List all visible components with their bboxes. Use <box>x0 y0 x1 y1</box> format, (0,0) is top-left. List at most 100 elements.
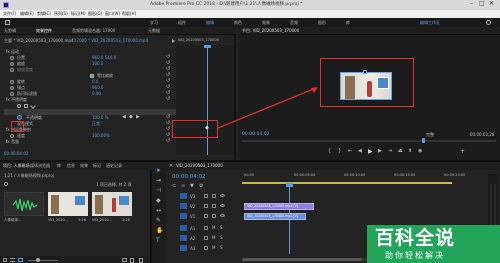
property-value[interactable]: 100.0 <box>92 62 103 66</box>
tab-audio-clip-mixer[interactable]: 音频剪辑混合器: 17000 <box>72 29 115 33</box>
track-target-indicator[interactable] <box>180 245 187 251</box>
solo-icon[interactable]: S <box>220 236 223 240</box>
menu-item-file[interactable]: 文件(F) <box>3 12 16 16</box>
workspace-tab-assembly[interactable]: 组件 <box>178 21 186 25</box>
minimize-button[interactable]: – <box>470 1 473 7</box>
tab-libraries[interactable]: 库 <box>57 164 61 168</box>
go-to-in-icon[interactable]: ⇤ <box>348 149 352 154</box>
tab-media-browser[interactable]: 媒体浏览器 <box>30 164 50 168</box>
timeline-ruler[interactable]: 00:00 00:00:05:00 00:00:10:00 00:00:15:0… <box>242 172 500 188</box>
add-button-icon[interactable]: + <box>460 149 465 155</box>
track-target-indicator[interactable] <box>180 193 187 199</box>
new-bin-icon[interactable] <box>122 258 127 262</box>
bin-item[interactable]: 人像磁场... <box>4 192 44 226</box>
timeline-settings-icon[interactable]: ⚙ <box>199 184 203 189</box>
track-target-indicator[interactable] <box>180 235 187 241</box>
sync-lock-icon[interactable] <box>212 214 216 218</box>
trash-icon[interactable] <box>139 258 143 263</box>
menu-item-marker[interactable]: 标记(M) <box>71 12 86 16</box>
lock-track-icon[interactable] <box>204 204 208 208</box>
sync-lock-icon[interactable] <box>212 194 216 198</box>
home-icon[interactable] <box>5 20 10 25</box>
tab-sequence[interactable]: VID_20200503_170000 <box>176 164 223 168</box>
tab-metadata[interactable]: 元数据 <box>148 29 160 33</box>
mark-out-icon[interactable]: } <box>338 149 341 154</box>
export-frame-icon[interactable]: ◉ <box>418 149 422 154</box>
bin-item[interactable]: VID_2020... 3:28 <box>92 192 132 226</box>
mark-in-icon[interactable]: { <box>328 149 331 154</box>
stopwatch-icon[interactable] <box>10 62 14 66</box>
eye-icon[interactable] <box>220 204 225 207</box>
sync-lock-icon[interactable] <box>212 204 216 208</box>
stopwatch-icon[interactable] <box>10 56 14 60</box>
solo-icon[interactable]: S <box>220 226 223 230</box>
solo-icon[interactable]: S <box>220 246 223 250</box>
property-value[interactable]: 960.0 540.0 <box>92 56 116 60</box>
pen-tool-icon[interactable]: ✎ <box>156 218 161 224</box>
maximize-button[interactable]: □ <box>479 1 485 7</box>
workspace-tab-libraries[interactable]: 库 <box>346 21 350 25</box>
stopwatch-icon[interactable] <box>10 86 14 90</box>
menu-item-sequence[interactable]: 序列(S) <box>54 12 68 16</box>
workspace-tab-editing[interactable]: 编辑 <box>206 21 214 25</box>
stopwatch-icon[interactable] <box>10 68 14 72</box>
tab-no-clip[interactable]: 无剪辑 <box>4 29 16 33</box>
effect-timecode[interactable]: 00:00:04:02 <box>4 152 28 156</box>
track-header-a3[interactable]: A3 M S <box>180 244 240 253</box>
workspace-tab-learn[interactable]: 学习 <box>150 21 158 25</box>
add-keyframe-button[interactable]: ◆ <box>129 115 133 120</box>
zoom-slider[interactable] <box>28 258 58 262</box>
prev-keyframe-button[interactable]: ◀ <box>122 115 126 120</box>
go-to-out-icon[interactable]: ⇥ <box>388 149 392 154</box>
track-header-v1[interactable]: V1 <box>180 212 240 221</box>
tab-project[interactable]: 项目: 人像磁场 <box>3 164 30 168</box>
slip-tool-icon[interactable]: ↔ <box>156 208 161 214</box>
list-view-icon[interactable] <box>10 258 15 262</box>
stopwatch-icon[interactable] <box>10 134 14 138</box>
timeline-clip-v1[interactable]: VID_20200503_170000.mp4 [V] <box>244 213 306 220</box>
property-value[interactable]: 100.0 % <box>92 116 109 120</box>
pen-mask-icon[interactable] <box>30 103 36 109</box>
lock-track-icon[interactable] <box>204 194 208 198</box>
stopwatch-icon-active[interactable] <box>17 115 22 120</box>
timeline-timecode[interactable]: 00:00:04:02 <box>172 174 206 181</box>
icon-view-icon[interactable] <box>18 258 23 262</box>
mute-icon[interactable]: M <box>212 246 215 250</box>
program-scrub-bar[interactable] <box>242 138 496 143</box>
lock-track-icon[interactable] <box>204 246 208 250</box>
mini-play-icon[interactable] <box>172 39 175 43</box>
timeline-scroll-thumb[interactable] <box>242 258 362 261</box>
track-target-indicator[interactable] <box>180 225 187 231</box>
effect-mini-timeline[interactable]: ◆ <box>176 45 234 155</box>
workspace-tab-graphics[interactable]: 图形 <box>318 21 326 25</box>
extract-icon[interactable]: ⬆ <box>408 149 412 154</box>
stopwatch-icon[interactable] <box>10 80 14 84</box>
track-header-v2[interactable]: V2 <box>180 202 240 211</box>
menu-item-window[interactable]: 窗口(W) <box>105 12 120 16</box>
workspace-tab-effects[interactable]: 效果 <box>262 21 270 25</box>
tab-effect-controls[interactable]: 效果控件 <box>36 29 52 33</box>
type-tool-icon[interactable]: T <box>156 238 160 244</box>
mute-icon[interactable]: M <box>212 226 215 230</box>
mini-playhead[interactable] <box>207 45 208 155</box>
lock-track-icon[interactable] <box>204 214 208 218</box>
search-field-icon[interactable] <box>4 182 8 186</box>
search-icon[interactable] <box>486 20 491 25</box>
workspace-tab-audio[interactable]: 音频 <box>290 21 298 25</box>
checkbox-icon[interactable] <box>90 74 94 78</box>
tab-info[interactable]: 信息 <box>67 164 75 168</box>
fit-select[interactable]: 完整 <box>426 133 434 137</box>
ellipse-mask-icon[interactable] <box>17 104 21 108</box>
tab-markers[interactable]: 标记 <box>93 164 101 168</box>
track-header-a2[interactable]: A2 M S <box>180 234 240 243</box>
menu-item-clip[interactable]: 剪辑(C) <box>37 12 51 16</box>
linked-selection-icon[interactable]: ∞ <box>181 184 185 189</box>
property-value[interactable]: 960.0 <box>92 86 103 90</box>
mini-playhead-head[interactable] <box>204 45 211 48</box>
menu-item-help[interactable]: 帮助(H) <box>122 12 136 16</box>
work-area-bar[interactable] <box>242 182 452 184</box>
property-value[interactable]: 0.00 <box>92 92 101 96</box>
step-back-icon[interactable]: ◀ <box>358 149 362 154</box>
workspace-menu[interactable]: 编辑工作区 <box>420 21 440 25</box>
clip-label[interactable]: 17000 * VID_20200503_170000.mp4 <box>74 39 148 43</box>
